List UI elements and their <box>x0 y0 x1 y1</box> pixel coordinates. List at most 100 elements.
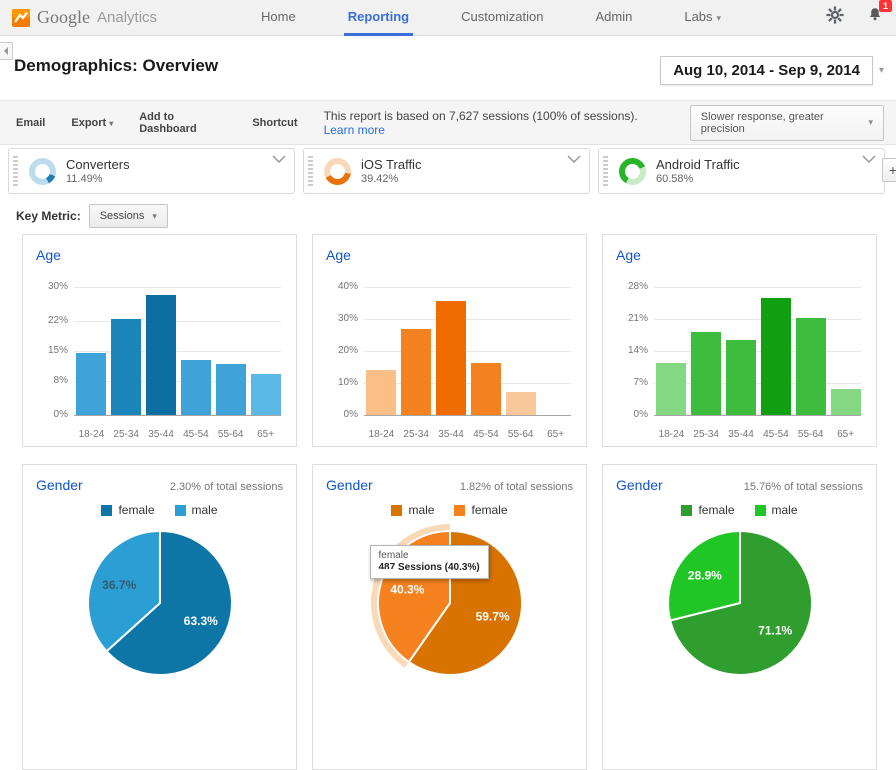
chevron-down-icon[interactable]: ▾ <box>879 65 884 76</box>
nav-item-customization[interactable]: Customization <box>435 0 569 36</box>
age-bar-65+[interactable] <box>831 389 861 416</box>
pie-legend: femalemale <box>616 503 863 517</box>
age-bar-25-34[interactable] <box>111 319 141 415</box>
y-axis-tick: 28% <box>616 281 648 292</box>
add-segment-button[interactable]: + <box>882 158 896 182</box>
x-axis-tick: 18-24 <box>654 429 689 440</box>
tooltip-label: female <box>379 550 480 561</box>
age-bar-35-44[interactable] <box>436 301 466 415</box>
drag-handle-icon[interactable] <box>603 156 608 186</box>
chevron-down-icon[interactable] <box>567 155 581 163</box>
settings-gear-icon[interactable] <box>826 6 844 29</box>
nav-item-home[interactable]: Home <box>235 0 322 36</box>
drag-handle-icon[interactable] <box>308 156 313 186</box>
x-axis-tick: 55-64 <box>793 429 828 440</box>
x-axis-tick: 65+ <box>248 429 283 440</box>
age-bar-25-34[interactable] <box>691 332 721 415</box>
report-toolbar: Email Export▾ Add to Dashboard Shortcut … <box>0 100 896 145</box>
segment-card-ios-traffic[interactable]: iOS Traffic 39.42% <box>303 148 590 194</box>
age-bar-35-44[interactable] <box>146 295 176 415</box>
analytics-logo-icon <box>12 9 30 27</box>
age-bar-55-64[interactable] <box>216 364 246 415</box>
x-axis-tick: 35-44 <box>724 429 759 440</box>
age-bar-18-24[interactable] <box>656 363 686 415</box>
gridline <box>654 287 861 288</box>
age-bar-55-64[interactable] <box>506 392 536 415</box>
legend-item-male: male <box>755 503 798 517</box>
pie-tooltip: female 487 Sessions (40.3%) <box>370 545 489 579</box>
add-to-dashboard-button[interactable]: Add to Dashboard <box>139 111 226 135</box>
age-bar-65+[interactable] <box>251 374 281 415</box>
gender-pie-chart: 59.7%40.3% female 487 Sessions (40.3%) <box>368 521 532 685</box>
ga-logo[interactable]: Google Analytics <box>12 7 157 28</box>
nav-item-admin[interactable]: Admin <box>569 0 658 36</box>
y-axis-tick: 14% <box>616 345 648 356</box>
chart-subtitle: 15.76% of total sessions <box>744 481 863 493</box>
age-bar-55-64[interactable] <box>796 318 826 415</box>
gridline <box>74 321 281 322</box>
age-bar-45-54[interactable] <box>181 360 211 416</box>
nav-item-labs[interactable]: Labs▾ <box>658 0 747 36</box>
age-bar-45-54[interactable] <box>761 298 791 416</box>
age-bar-chart: 0%10%20%30%40%18-2425-3435-4445-5455-646… <box>326 269 573 444</box>
segment-card-converters[interactable]: Converters 11.49% <box>8 148 295 194</box>
y-axis-tick: 30% <box>326 313 358 324</box>
legend-swatch <box>101 505 112 516</box>
gender-chart-card-android: Gender 15.76% of total sessions femalema… <box>602 464 877 770</box>
legend-swatch <box>681 505 692 516</box>
chart-title[interactable]: Age <box>616 247 641 263</box>
chart-title[interactable]: Age <box>36 247 61 263</box>
segment-percent: 11.49% <box>66 173 130 185</box>
y-axis-tick: 7% <box>616 377 648 388</box>
shortcut-button[interactable]: Shortcut <box>252 117 297 129</box>
age-bar-18-24[interactable] <box>366 370 396 415</box>
chart-title[interactable]: Gender <box>36 477 83 493</box>
chart-title[interactable]: Gender <box>616 477 663 493</box>
report-header: Demographics: Overview Aug 10, 2014 - Se… <box>0 36 896 100</box>
slice-percent-label: 63.3% <box>183 614 217 628</box>
chevron-down-icon: ▾ <box>868 117 873 128</box>
x-axis-tick: 55-64 <box>503 429 538 440</box>
date-range-selector[interactable]: Aug 10, 2014 - Sep 9, 2014 <box>660 56 873 85</box>
segments-row: Converters 11.49% iOS Traffic 39.42% And… <box>0 145 896 198</box>
gender-chart-card-converters: Gender 2.30% of total sessions femalemal… <box>22 464 297 770</box>
y-axis-tick: 15% <box>36 345 68 356</box>
y-axis-tick: 0% <box>616 409 648 420</box>
learn-more-link[interactable]: Learn more <box>324 123 385 137</box>
key-metric-selector[interactable]: Sessions▾ <box>89 204 168 228</box>
gridline <box>364 351 571 352</box>
y-axis-tick: 0% <box>36 409 68 420</box>
nav-item-reporting[interactable]: Reporting <box>322 0 435 36</box>
precision-selector[interactable]: Slower response, greater precision▾ <box>690 105 884 141</box>
segment-donut-chart <box>619 158 646 185</box>
age-bar-35-44[interactable] <box>726 340 756 415</box>
chevron-down-icon[interactable] <box>272 155 286 163</box>
age-bar-45-54[interactable] <box>471 363 501 415</box>
x-axis-tick: 45-54 <box>759 429 794 440</box>
age-chart-card-android: Age 0%7%14%21%28%18-2425-3435-4445-5455-… <box>602 234 877 447</box>
legend-item-male: male <box>175 503 218 517</box>
export-button[interactable]: Export▾ <box>71 117 113 129</box>
notifications-bell-icon[interactable]: 1 <box>866 6 884 29</box>
pie-legend: femalemale <box>36 503 283 517</box>
brand-google: Google <box>37 7 90 28</box>
sidebar-collapse-toggle[interactable] <box>0 42 13 60</box>
gender-chart-card-ios: Gender 1.82% of total sessions malefemal… <box>312 464 587 770</box>
legend-swatch <box>391 505 402 516</box>
chart-title[interactable]: Gender <box>326 477 373 493</box>
age-bar-18-24[interactable] <box>76 353 106 415</box>
slice-percent-label: 36.7% <box>102 578 136 592</box>
drag-handle-icon[interactable] <box>13 156 18 186</box>
main-nav: Home Reporting Customization Admin Labs▾ <box>235 0 747 36</box>
chevron-down-icon: ▾ <box>109 119 113 128</box>
page-title: Demographics: Overview <box>14 56 218 76</box>
segment-card-android-traffic[interactable]: Android Traffic 60.58% <box>598 148 885 194</box>
y-axis-tick: 22% <box>36 315 68 326</box>
chart-title[interactable]: Age <box>326 247 351 263</box>
x-axis-tick: 25-34 <box>689 429 724 440</box>
email-button[interactable]: Email <box>16 117 45 129</box>
age-bar-25-34[interactable] <box>401 329 431 415</box>
gender-pie-chart: 71.1%28.9% <box>658 521 822 685</box>
key-metric-label: Key Metric: <box>16 209 81 223</box>
chevron-down-icon[interactable] <box>862 155 876 163</box>
